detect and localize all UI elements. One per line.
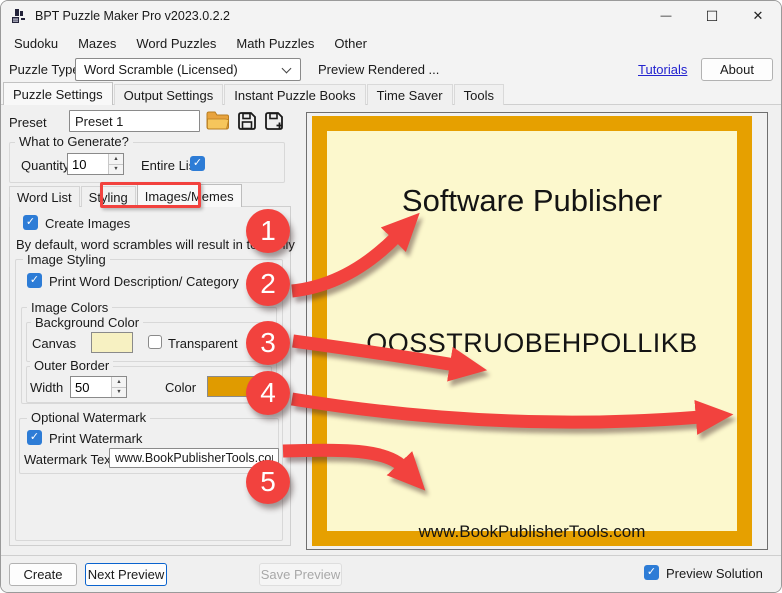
width-label: Width (30, 380, 63, 395)
minimize-icon: — (661, 10, 672, 22)
puzzle-type-value: Word Scramble (Licensed) (84, 62, 238, 77)
preview-image-border: Software Publisher OOSSTRUOBEHPOLLIKB ww… (312, 116, 752, 546)
menu-sudoku[interactable]: Sudoku (14, 36, 58, 51)
spin-up-icon: ▲ (116, 379, 121, 385)
preview-rendered-label: Preview Rendered ... (318, 62, 439, 77)
menu-other[interactable]: Other (334, 36, 367, 51)
quantity-up-button[interactable]: ▲ (109, 154, 123, 164)
tab-tools[interactable]: Tools (454, 84, 504, 105)
tab-output-settings[interactable]: Output Settings (114, 84, 224, 105)
canvas-label: Canvas (32, 336, 76, 351)
outer-border-label: Outer Border (30, 358, 113, 373)
menu-word-puzzles[interactable]: Word Puzzles (136, 36, 216, 51)
tab-word-list[interactable]: Word List (9, 186, 80, 207)
check-icon: ✓ (193, 158, 202, 169)
annotation-badge-2: 2 (246, 262, 290, 306)
title-bar: BPT Puzzle Maker Pro v2023.0.2.2 — ☐ ✕ (1, 1, 781, 31)
close-icon: ✕ (753, 8, 764, 24)
next-preview-button[interactable]: Next Preview (85, 563, 167, 586)
maximize-button[interactable]: ☐ (689, 1, 735, 31)
width-stepper: ▲ ▼ (70, 376, 127, 398)
save-preset-button[interactable] (234, 108, 260, 133)
puzzle-type-dropdown[interactable]: Word Scramble (Licensed) (75, 58, 301, 81)
spin-down-icon: ▼ (113, 166, 118, 172)
quantity-down-button[interactable]: ▼ (109, 164, 123, 175)
save-preset-as-button[interactable] (261, 108, 288, 133)
width-input[interactable] (71, 377, 111, 397)
open-preset-button[interactable] (203, 108, 232, 133)
menu-mazes[interactable]: Mazes (78, 36, 116, 51)
about-button[interactable]: About (701, 58, 773, 81)
preset-input[interactable] (69, 110, 200, 132)
width-up-button[interactable]: ▲ (112, 377, 126, 387)
check-icon: ✓ (26, 217, 35, 228)
what-to-generate-label: What to Generate? (15, 134, 133, 149)
app-window: BPT Puzzle Maker Pro v2023.0.2.2 — ☐ ✕ S… (0, 0, 782, 593)
preview-image-canvas: Software Publisher OOSSTRUOBEHPOLLIKB ww… (327, 131, 737, 531)
tab-time-saver[interactable]: Time Saver (367, 84, 453, 105)
annotation-badge-5: 5 (246, 460, 290, 504)
print-watermark-label: Print Watermark (49, 431, 142, 446)
create-images-checkbox[interactable]: ✓ (23, 215, 38, 230)
quantity-input[interactable] (68, 154, 108, 174)
background-color-label: Background Color (31, 315, 143, 330)
folder-icon (206, 111, 230, 130)
watermark-text-label: Watermark Text: (24, 452, 118, 467)
maximize-icon: ☐ (706, 8, 719, 25)
image-styling-label: Image Styling (23, 252, 110, 267)
tab-puzzle-settings[interactable]: Puzzle Settings (3, 82, 113, 105)
create-button[interactable]: Create (9, 563, 77, 586)
window-title: BPT Puzzle Maker Pro v2023.0.2.2 (35, 9, 230, 23)
save-preview-button[interactable]: Save Preview (259, 563, 342, 586)
spin-up-icon: ▲ (113, 156, 118, 162)
print-watermark-checkbox[interactable]: ✓ (27, 430, 42, 445)
quantity-stepper: ▲ ▼ (67, 153, 124, 175)
save-icon (237, 111, 257, 131)
app-icon (11, 8, 27, 24)
print-word-description-label: Print Word Description/ Category (49, 274, 239, 289)
width-down-button[interactable]: ▼ (112, 387, 126, 398)
minimize-button[interactable]: — (643, 1, 689, 31)
border-color-label: Color (165, 380, 196, 395)
puzzle-type-label: Puzzle Type (9, 62, 80, 77)
canvas-color-swatch[interactable] (91, 332, 133, 353)
check-icon: ✓ (647, 567, 656, 578)
preview-solution-checkbox[interactable]: ✓ (644, 565, 659, 580)
preview-watermark-text: www.BookPublisherTools.com (327, 522, 737, 542)
transparent-checkbox[interactable] (148, 335, 162, 349)
tutorials-link[interactable]: Tutorials (638, 62, 687, 77)
quantity-label: Quantity (21, 158, 69, 173)
save-plus-icon (264, 111, 285, 131)
close-button[interactable]: ✕ (735, 1, 781, 31)
tab-instant-puzzle-books[interactable]: Instant Puzzle Books (224, 84, 365, 105)
check-icon: ✓ (30, 432, 39, 443)
annotation-highlight-images-memes-tab (100, 182, 201, 208)
create-images-label: Create Images (45, 216, 130, 231)
annotation-badge-1: 1 (246, 209, 290, 253)
spin-down-icon: ▼ (116, 389, 121, 395)
print-word-description-checkbox[interactable]: ✓ (27, 273, 42, 288)
preview-heading-text: Software Publisher (327, 183, 737, 219)
main-tab-strip: Puzzle Settings Output Settings Instant … (3, 84, 505, 105)
optional-watermark-label: Optional Watermark (27, 410, 150, 425)
menu-bar: Sudoku Mazes Word Puzzles Math Puzzles O… (1, 31, 781, 56)
menu-math-puzzles[interactable]: Math Puzzles (236, 36, 314, 51)
annotation-badge-3: 3 (246, 321, 290, 365)
preset-label: Preset (9, 115, 47, 130)
preview-solution-label: Preview Solution (666, 566, 763, 581)
image-colors-label: Image Colors (27, 300, 112, 315)
annotation-badge-4: 4 (246, 371, 290, 415)
chevron-down-icon (282, 64, 292, 74)
transparent-label: Transparent (168, 336, 238, 351)
check-icon: ✓ (30, 275, 39, 286)
entire-list-checkbox[interactable]: ✓ (190, 156, 205, 171)
preview-scramble-text: OOSSTRUOBEHPOLLIKB (327, 328, 737, 359)
